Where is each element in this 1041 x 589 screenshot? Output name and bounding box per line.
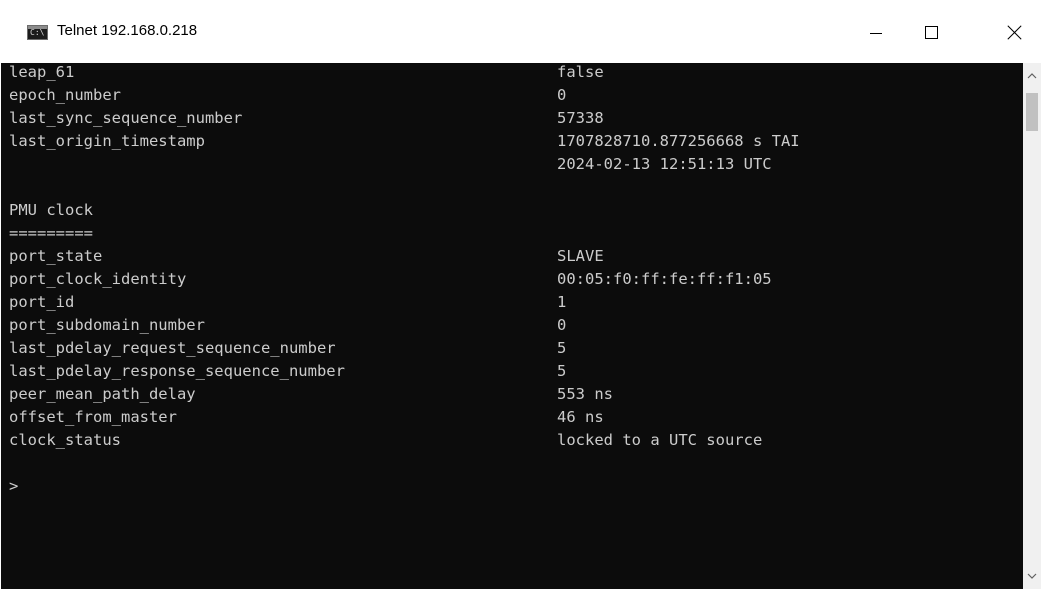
field-value: 1707828710.877256668 s TAI — [557, 132, 800, 150]
console-line: peer_mean_path_delay 553 ns — [9, 383, 613, 406]
console-line: offset_from_master 46 ns — [9, 406, 604, 429]
field-value: 5 — [557, 362, 567, 380]
console-line: leap_61 false — [9, 63, 604, 84]
field-value: 00:05:f0:ff:fe:ff:f1:05 — [557, 270, 772, 288]
field-name: port_state — [9, 247, 103, 265]
field-name: port_subdomain_number — [9, 316, 205, 334]
section-underline: ========= — [9, 224, 93, 242]
console-line: last_pdelay_request_sequence_number 5 — [9, 337, 566, 360]
console-output[interactable]: leap_61 false epoch_number 0 last_sync_seq… — [1, 63, 1023, 589]
close-button[interactable] — [976, 0, 1022, 63]
maximize-button[interactable] — [909, 0, 955, 63]
field-name: offset_from_master — [9, 408, 177, 426]
field-value: locked to a UTC source — [557, 431, 763, 449]
command-prompt[interactable]: > — [9, 477, 18, 495]
console-line: epoch_number 0 — [9, 84, 566, 107]
title-bar[interactable]: C:\ Telnet 192.168.0.218 — [0, 0, 1041, 63]
field-name: last_pdelay_request_sequence_number — [9, 339, 336, 357]
field-name: clock_status — [9, 431, 121, 449]
console-line: last_pdelay_response_sequence_number 5 — [9, 360, 566, 383]
console-line: port_id 1 — [9, 291, 566, 314]
console-line: PMU clock — [9, 199, 93, 222]
section-heading: PMU clock — [9, 201, 93, 219]
field-value: 0 — [557, 86, 567, 104]
scroll-up-arrow-icon[interactable] — [1027, 71, 1037, 81]
console-line: port_subdomain_number 0 — [9, 314, 566, 337]
console-line: > — [9, 475, 18, 498]
field-name: port_clock_identity — [9, 270, 187, 288]
field-value: 46 ns — [557, 408, 604, 426]
window-title: Telnet 192.168.0.218 — [57, 22, 198, 39]
field-name: port_id — [9, 293, 75, 311]
minimize-button[interactable] — [852, 0, 898, 63]
field-value: 1 — [557, 293, 567, 311]
field-value: 553 ns — [557, 385, 613, 403]
field-name: last_pdelay_response_sequence_number — [9, 362, 345, 380]
console-line: port_state SLAVE — [9, 245, 604, 268]
field-value: SLAVE — [557, 247, 604, 265]
field-name: last_sync_sequence_number — [9, 109, 243, 127]
field-name: epoch_number — [9, 86, 121, 104]
field-value: 0 — [557, 316, 567, 334]
console-icon[interactable]: C:\ — [27, 25, 48, 40]
console-line: ========= — [9, 222, 93, 245]
field-value: 57338 — [557, 109, 604, 127]
scrollbar-thumb[interactable] — [1026, 93, 1038, 131]
telnet-window: C:\ Telnet 192.168.0.218 leap_61 false ep… — [0, 0, 1041, 589]
field-value: 5 — [557, 339, 567, 357]
vertical-scrollbar[interactable] — [1023, 63, 1041, 589]
field-value: false — [557, 63, 604, 81]
console-line: clock_status locked to a UTC source — [9, 429, 762, 452]
field-name: peer_mean_path_delay — [9, 385, 196, 403]
field-name: last_origin_timestamp — [9, 132, 205, 150]
field-name: leap_61 — [9, 63, 75, 81]
console-line: last_sync_sequence_number 57338 — [9, 107, 604, 130]
scroll-down-arrow-icon[interactable] — [1027, 571, 1037, 581]
console-line: last_origin_timestamp 1707828710.87725666… — [9, 130, 800, 153]
console-line: port_clock_identity 00:05:f0:ff:fe:ff:f1:… — [9, 268, 772, 291]
field-value: 2024-02-13 12:51:13 UTC — [557, 155, 772, 173]
